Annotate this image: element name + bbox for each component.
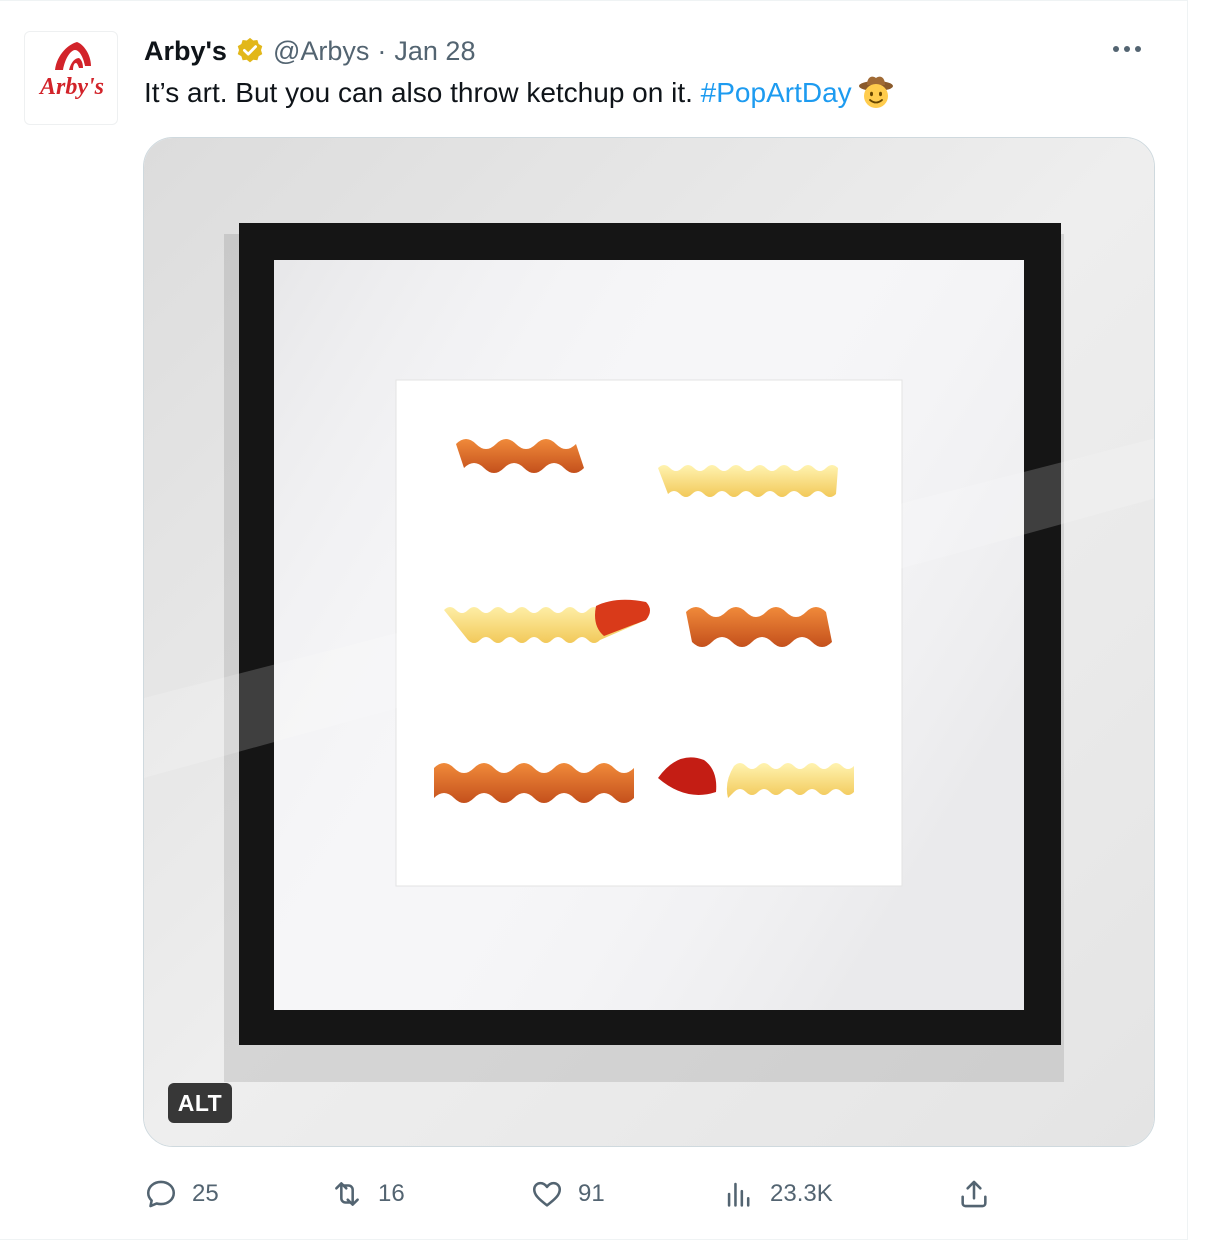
tweet-card[interactable]: Arby's Arby's @Arbys · Jan 28 It’s art. …	[0, 0, 1188, 1240]
tweet-text-body: It’s art. But you can also throw ketchup…	[144, 77, 701, 108]
action-bar: 25 16 91 23.3K	[140, 1169, 1000, 1219]
repost-icon	[335, 1182, 359, 1206]
heart-icon	[532, 1181, 562, 1207]
avatar[interactable]: Arby's	[24, 31, 118, 125]
arbys-logo: Arby's	[38, 42, 104, 100]
alt-text-button[interactable]: ALT	[168, 1083, 232, 1123]
reply-icon	[146, 1180, 176, 1208]
repost-count: 16	[378, 1180, 405, 1207]
like-button[interactable]: 91	[530, 1169, 605, 1219]
tweet-text: It’s art. But you can also throw ketchup…	[144, 73, 894, 113]
framed-fries-artwork	[144, 138, 1154, 1146]
cowboy-hat-face-icon	[858, 76, 893, 108]
tweet-header: Arby's @Arbys · Jan 28	[144, 31, 475, 71]
repost-button[interactable]: 16	[330, 1169, 405, 1219]
views-chart-icon	[727, 1182, 750, 1207]
share-button[interactable]	[957, 1169, 991, 1219]
share-icon	[961, 1180, 987, 1208]
verified-badge-icon[interactable]	[235, 36, 265, 66]
tweet-media-image[interactable]	[143, 137, 1155, 1147]
reply-button[interactable]: 25	[144, 1169, 219, 1219]
like-count: 91	[578, 1180, 605, 1207]
view-count: 23.3K	[770, 1180, 833, 1207]
hashtag-link[interactable]: #PopArtDay	[701, 77, 852, 108]
separator-dot: ·	[377, 35, 387, 66]
views-button[interactable]: 23.3K	[722, 1169, 833, 1219]
tweet-date[interactable]: Jan 28	[394, 36, 475, 67]
handle[interactable]: @Arbys	[273, 36, 369, 67]
more-options-button[interactable]	[1107, 29, 1147, 69]
display-name[interactable]: Arby's	[144, 36, 227, 67]
more-dots-icon	[1113, 46, 1141, 52]
reply-count: 25	[192, 1180, 219, 1207]
avatar-logo-text: Arby's	[38, 74, 104, 100]
